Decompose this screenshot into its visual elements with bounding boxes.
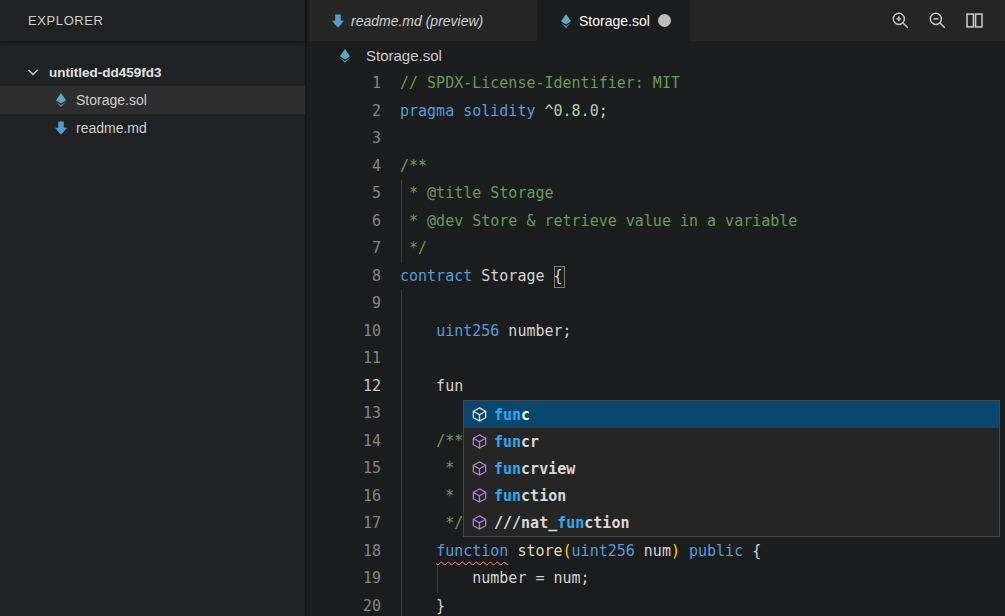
line-number: 12: [309, 373, 381, 401]
markdown-icon: [330, 13, 346, 29]
split-editor-button[interactable]: [963, 10, 985, 32]
file-name: readme.md: [76, 120, 147, 136]
line-number: 2: [309, 98, 381, 126]
explorer-title: EXPLORER: [0, 0, 305, 41]
code-line-7: 7 */: [309, 235, 1005, 263]
tab-readme[interactable]: readme.md (preview): [309, 0, 537, 41]
code-line-2: 2pragma solidity ^0.8.0;: [309, 98, 1005, 126]
suggestion-item-0[interactable]: func: [464, 401, 999, 428]
tab-label: readme.md (preview): [351, 13, 483, 29]
suggestion-item-2[interactable]: funcrview: [464, 455, 999, 482]
file-tree: untitled-dd459fd3 Storage.sol readme.md: [0, 58, 305, 142]
line-number: 11: [309, 345, 381, 373]
code-line-19: 19 number = num;: [309, 565, 1005, 593]
suggestion-item-1[interactable]: funcr: [464, 428, 999, 455]
indent-guide: [401, 290, 402, 616]
suggestion-item-3[interactable]: function: [464, 482, 999, 509]
chevron-down-icon: [25, 64, 41, 80]
line-number: 4: [309, 153, 381, 181]
line-number: 9: [309, 290, 381, 318]
ethereum-icon: [337, 48, 353, 64]
line-number: 5: [309, 180, 381, 208]
line-number: 16: [309, 483, 381, 511]
line-number: 10: [309, 318, 381, 346]
line-number: 19: [309, 565, 381, 593]
breadcrumb-label: Storage.sol: [366, 47, 442, 64]
code-line-10: 10 uint256 number;: [309, 318, 1005, 346]
line-number: 13: [309, 400, 381, 428]
line-number: 18: [309, 538, 381, 566]
file-row-readme-md[interactable]: readme.md: [0, 114, 305, 142]
modified-dot-icon[interactable]: [658, 14, 671, 27]
suggestion-item-4[interactable]: ///nat_function: [464, 509, 999, 536]
cube-icon: [471, 460, 488, 477]
indent-guide: [437, 565, 438, 593]
tab-storage[interactable]: Storage.sol: [537, 0, 690, 41]
ethereum-icon: [53, 92, 69, 108]
line-number: 14: [309, 428, 381, 456]
code-line-12: 12 fun: [309, 373, 1005, 401]
code-line-20: 20 }: [309, 593, 1005, 616]
line-number: 1: [309, 70, 381, 98]
line-number: 17: [309, 510, 381, 538]
line-number: 7: [309, 235, 381, 263]
code-editor[interactable]: 1// SPDX-License-Identifier: MIT2pragma …: [309, 70, 1005, 616]
zoom-out-button[interactable]: [926, 10, 948, 32]
code-line-8: 8contract Storage {: [309, 263, 1005, 291]
line-number: 8: [309, 263, 381, 291]
code-line-5: 5 * @title Storage: [309, 180, 1005, 208]
folder-name: untitled-dd459fd3: [49, 65, 162, 80]
code-line-18: 18 function store(uint256 num) public {: [309, 538, 1005, 566]
line-number: 6: [309, 208, 381, 236]
markdown-icon: [53, 120, 69, 136]
code-line-1: 1// SPDX-License-Identifier: MIT: [309, 70, 1005, 98]
file-row-storage-sol[interactable]: Storage.sol: [0, 86, 305, 114]
code-line-6: 6 * @dev Store & retrieve value in a var…: [309, 208, 1005, 236]
code-line-9: 9: [309, 290, 1005, 318]
zoom-in-button[interactable]: [889, 10, 911, 32]
vscode-window: EXPLORER untitled-dd459fd3 Storage.sol rea…: [0, 0, 1005, 616]
tab-label: Storage.sol: [579, 13, 650, 29]
line-number: 15: [309, 455, 381, 483]
cube-icon: [471, 487, 488, 504]
code-line-4: 4/**: [309, 153, 1005, 181]
indent-guide: [401, 180, 402, 263]
cube-icon: [471, 406, 488, 423]
breadcrumb[interactable]: Storage.sol: [309, 41, 1005, 70]
cube-icon: [471, 433, 488, 450]
code-line-11: 11: [309, 345, 1005, 373]
autocomplete-popup: funcfuncrfuncrviewfunction///nat_functio…: [463, 400, 1000, 537]
cube-icon: [471, 514, 488, 531]
file-name: Storage.sol: [76, 92, 147, 108]
ethereum-icon: [558, 13, 574, 29]
line-number: 20: [309, 593, 381, 616]
line-number: 3: [309, 125, 381, 153]
folder-row[interactable]: untitled-dd459fd3: [0, 58, 305, 86]
code-line-3: 3: [309, 125, 1005, 153]
editor-actions: [889, 0, 985, 41]
explorer-sidebar: EXPLORER untitled-dd459fd3 Storage.sol rea…: [0, 0, 307, 616]
